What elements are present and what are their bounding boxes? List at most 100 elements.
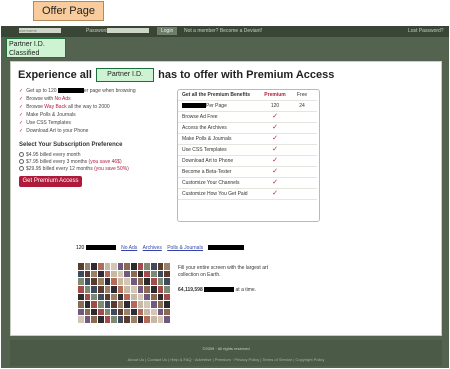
art-thumbnail[interactable] [151,278,157,285]
art-thumbnail[interactable] [157,270,164,278]
art-thumbnail[interactable] [111,263,117,270]
art-thumbnail[interactable] [78,270,84,278]
art-thumbnail[interactable] [151,301,157,308]
art-thumbnail[interactable] [131,293,137,301]
art-thumbnail[interactable] [78,308,84,316]
subscription-option[interactable]: $29.95 billed every 12 months (you save … [19,166,129,173]
art-thumbnail[interactable] [157,263,164,270]
art-thumbnail[interactable] [111,285,117,293]
art-thumbnail[interactable] [97,316,104,323]
art-thumbnail[interactable] [164,285,170,293]
art-thumbnail[interactable] [164,316,170,323]
art-thumbnail[interactable] [78,301,84,308]
art-thumbnail[interactable] [117,308,124,316]
art-thumbnail[interactable] [151,308,157,316]
art-thumbnail[interactable] [97,301,104,308]
radio-button[interactable] [19,166,24,172]
art-thumbnail[interactable] [97,308,104,316]
art-thumbnail[interactable] [151,285,157,293]
art-thumbnail[interactable] [137,308,144,316]
art-thumbnail[interactable] [157,308,164,316]
art-thumbnail[interactable] [97,285,104,293]
art-thumbnail[interactable] [137,316,144,323]
art-thumbnail[interactable] [137,285,144,293]
art-thumbnail[interactable] [137,278,144,285]
art-thumbnail[interactable] [137,263,144,270]
subscription-option[interactable]: $7.95 billed every 3 months (you save 46… [19,159,129,166]
become-member-link[interactable]: Not a member? Become a Deviant! [184,28,262,34]
link-no-ads[interactable]: No Ads [121,245,137,251]
art-thumbnail[interactable] [164,293,170,301]
link-archives[interactable]: Archives [143,245,162,251]
art-thumbnail[interactable] [151,316,157,323]
art-thumbnail[interactable] [117,301,124,308]
art-thumbnail[interactable] [164,308,170,316]
art-thumbnail[interactable] [164,263,170,270]
art-thumbnail[interactable] [151,270,157,278]
art-thumbnail[interactable] [137,270,144,278]
art-thumbnail[interactable] [131,301,137,308]
art-thumbnail[interactable] [164,270,170,278]
art-thumbnail[interactable] [78,278,84,285]
art-thumbnail[interactable] [124,301,131,308]
art-thumbnail[interactable] [117,278,124,285]
art-thumbnail[interactable] [84,263,91,270]
art-thumbnail[interactable] [117,270,124,278]
art-thumbnail[interactable] [151,263,157,270]
art-thumbnail[interactable] [91,293,97,301]
art-thumbnail[interactable] [137,301,144,308]
link-polls-journals[interactable]: Polls & Journals [167,245,203,251]
art-thumbnail[interactable] [144,308,151,316]
art-thumbnail[interactable] [104,301,111,308]
art-thumbnail[interactable] [131,308,137,316]
art-thumbnail[interactable] [144,270,151,278]
art-thumbnail[interactable] [157,285,164,293]
art-thumbnail[interactable] [97,263,104,270]
art-thumbnail[interactable] [78,293,84,301]
art-thumbnail[interactable] [91,301,97,308]
art-thumbnail[interactable] [78,285,84,293]
password-input[interactable] [107,28,149,33]
art-thumbnail[interactable] [144,301,151,308]
art-thumbnail[interactable] [78,316,84,323]
art-thumbnail[interactable] [84,316,91,323]
art-thumbnail[interactable] [131,278,137,285]
art-thumbnail[interactable] [117,263,124,270]
art-thumbnail[interactable] [144,316,151,323]
art-thumbnail[interactable] [84,270,91,278]
art-thumbnail[interactable] [124,263,131,270]
art-thumbnail[interactable] [111,293,117,301]
art-thumbnail[interactable] [78,263,84,270]
login-button[interactable]: Login [157,27,178,35]
art-thumbnail[interactable] [104,293,111,301]
art-thumbnail[interactable] [124,278,131,285]
art-thumbnail[interactable] [104,308,111,316]
art-thumbnail[interactable] [97,270,104,278]
art-thumbnail[interactable] [104,285,111,293]
art-thumbnail[interactable] [97,278,104,285]
footer-links[interactable]: About Us | Contact Us | Help & FAQ · Adv… [10,357,442,362]
art-thumbnail[interactable] [84,278,91,285]
art-thumbnail[interactable] [124,316,131,323]
art-thumbnail[interactable] [131,270,137,278]
art-thumbnail[interactable] [91,308,97,316]
radio-button[interactable] [19,159,24,165]
art-thumbnail[interactable] [117,293,124,301]
art-thumbnail[interactable] [111,308,117,316]
art-thumbnail[interactable] [117,316,124,323]
art-thumbnail[interactable] [111,278,117,285]
art-thumbnail[interactable] [124,270,131,278]
art-thumbnail[interactable] [97,293,104,301]
art-thumbnail[interactable] [84,285,91,293]
art-thumbnail[interactable] [111,316,117,323]
art-thumbnail[interactable] [91,316,97,323]
art-thumbnail[interactable] [144,293,151,301]
art-thumbnail[interactable] [157,293,164,301]
art-thumbnail[interactable] [144,263,151,270]
art-thumbnail[interactable] [164,301,170,308]
art-thumbnail[interactable] [91,270,97,278]
art-thumbnail[interactable] [157,278,164,285]
art-thumbnail[interactable] [104,270,111,278]
art-thumbnail[interactable] [151,293,157,301]
username-input[interactable] [19,28,61,33]
